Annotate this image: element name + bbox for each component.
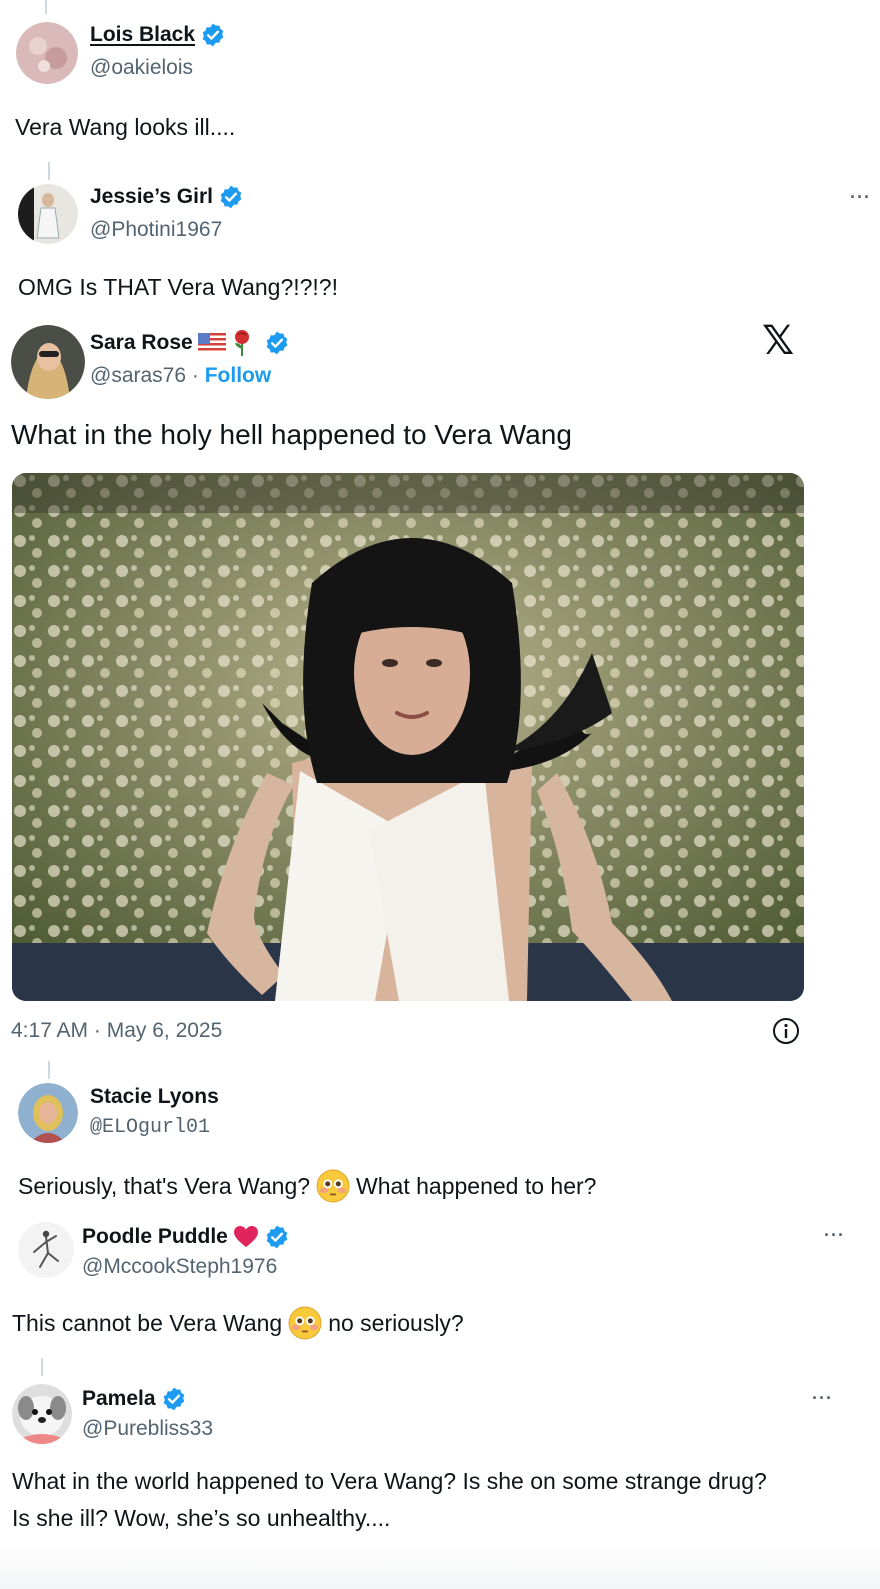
post-text-part: What happened to her? <box>356 1173 597 1199</box>
avatar[interactable] <box>11 325 85 399</box>
post-text: What in the world happened to Vera Wang?… <box>12 1468 767 1494</box>
x-logo-icon[interactable]: 𝕏 <box>762 318 794 364</box>
follow-button[interactable]: Follow <box>205 364 272 387</box>
thread-line <box>45 0 47 14</box>
avatar[interactable] <box>16 22 78 84</box>
verified-badge-icon <box>161 1386 187 1412</box>
bottom-edge <box>0 1545 880 1589</box>
post-text: Seriously, that's Vera Wang? What happen… <box>18 1168 596 1204</box>
more-options-icon[interactable]: ··· <box>812 1388 833 1409</box>
verified-badge-icon <box>264 1224 290 1250</box>
post-text-part: Seriously, that's Vera Wang? <box>18 1173 311 1199</box>
flag-us-icon <box>197 333 226 353</box>
user-handle-row: @saras76 · Follow <box>90 364 271 388</box>
thread-line <box>48 1061 50 1079</box>
display-name[interactable]: Sara Rose <box>90 331 193 355</box>
user-handle[interactable]: @MccookSteph1976 <box>82 1255 277 1279</box>
avatar[interactable] <box>18 1222 74 1278</box>
post-timestamp[interactable]: 4:17 AM · May 6, 2025 <box>11 1019 222 1043</box>
display-name[interactable]: Pamela <box>82 1387 156 1411</box>
post-text: Is she ill? Wow, she’s so unhealthy.... <box>12 1505 391 1531</box>
display-name[interactable]: Lois Black <box>90 23 195 47</box>
user-handle[interactable]: @Purebliss33 <box>82 1417 213 1441</box>
more-options-icon[interactable]: ··· <box>824 1225 845 1246</box>
post-text: What in the holy hell happened to Vera W… <box>11 419 572 450</box>
more-options-icon[interactable]: ··· <box>850 187 871 208</box>
avatar[interactable] <box>18 1083 78 1143</box>
post-text-part: This cannot be Vera Wang <box>12 1310 283 1336</box>
user-handle[interactable]: @Photini1967 <box>90 218 222 242</box>
post-photo[interactable] <box>12 473 804 1001</box>
user-handle[interactable]: @oakielois <box>90 56 193 80</box>
flushed-face-icon <box>288 1306 322 1340</box>
post-text-part: no seriously? <box>328 1310 464 1336</box>
post-text: Vera Wang looks ill.... <box>15 114 236 140</box>
avatar[interactable] <box>12 1384 72 1444</box>
display-name[interactable]: Stacie Lyons <box>90 1085 219 1109</box>
thread-line <box>41 1358 43 1376</box>
flushed-face-icon <box>316 1169 350 1203</box>
rose-icon <box>231 329 253 357</box>
thread-line <box>48 162 50 180</box>
user-handle[interactable]: @ELOgurl01 <box>90 1116 210 1139</box>
display-name[interactable]: Jessie’s Girl <box>90 185 213 209</box>
avatar[interactable] <box>18 184 78 244</box>
verified-badge-icon <box>218 184 244 210</box>
verified-badge-icon <box>264 330 290 356</box>
post-text: This cannot be Vera Wang no seriously? <box>12 1305 464 1341</box>
post-text: OMG Is THAT Vera Wang?!?!?! <box>18 274 338 300</box>
user-handle[interactable]: @saras76 <box>90 364 186 387</box>
verified-badge-icon <box>200 22 226 48</box>
heart-icon <box>233 1225 259 1249</box>
display-name[interactable]: Poodle Puddle <box>82 1225 228 1249</box>
separator: · <box>191 364 199 387</box>
info-icon[interactable] <box>772 1017 800 1045</box>
